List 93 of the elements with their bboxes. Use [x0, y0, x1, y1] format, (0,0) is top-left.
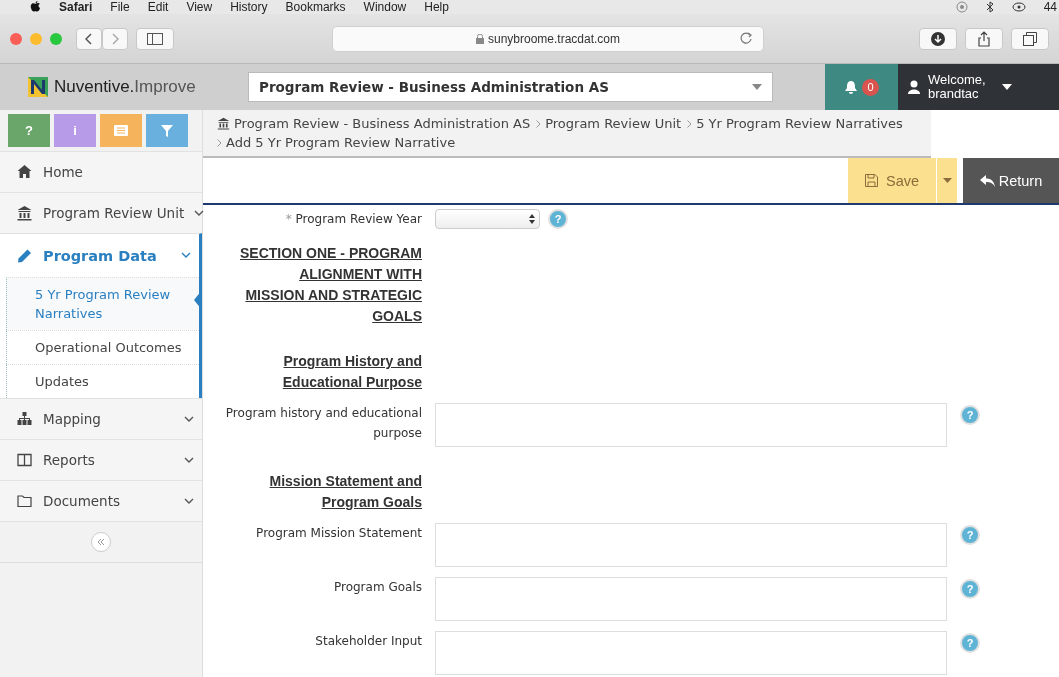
notifications-button[interactable]: 0 [825, 64, 898, 110]
app-menu[interactable]: Safari [59, 0, 93, 14]
nav-subitem[interactable]: Operational Outcomes [6, 330, 199, 364]
breadcrumb-link[interactable]: 5 Yr Program Review Narratives [696, 116, 903, 131]
chevron-down-icon [184, 456, 194, 464]
caret-icon [942, 178, 952, 183]
text-field[interactable] [435, 403, 947, 447]
year-select[interactable] [435, 209, 540, 229]
text-field[interactable] [435, 631, 947, 675]
context-dropdown[interactable]: Program Review - Business Administration AS [248, 72, 773, 102]
breadcrumb-link[interactable]: Add 5 Yr Program Review Narrative [226, 135, 456, 150]
minimize-button[interactable] [30, 32, 42, 45]
collapse-button[interactable] [91, 532, 111, 552]
required-mark: * [285, 212, 292, 226]
share-icon [978, 30, 990, 47]
filter-button[interactable] [146, 114, 188, 147]
brand-name: Nuventive [54, 77, 130, 97]
section-heading: SECTION ONE - PROGRAM ALIGNMENT WITH MISSION AND STRATEGIC GOALS [239, 244, 422, 326]
home-icon [16, 164, 33, 180]
menu-item[interactable]: Help [424, 0, 449, 14]
nav-item[interactable]: Program Data [0, 233, 202, 277]
pencil-icon [16, 247, 33, 264]
text-field[interactable] [435, 577, 947, 621]
section-heading: Mission Statement and Program Goals [268, 472, 422, 512]
logo-icon [28, 77, 48, 97]
bank-icon [217, 117, 230, 130]
text-field[interactable] [435, 523, 947, 567]
bell-icon [844, 79, 858, 95]
caret-icon [752, 84, 762, 90]
field-label: Stakeholder Input [314, 633, 422, 650]
field-label: Program Mission Statement [255, 525, 422, 542]
tabs-icon [1023, 31, 1037, 46]
columns-icon [16, 452, 33, 468]
chevron-down-icon [184, 415, 194, 423]
user-menu[interactable]: Welcome, brandtac [898, 64, 1059, 110]
menu-item[interactable]: Edit [147, 0, 169, 14]
close-button[interactable] [10, 32, 22, 45]
back-button[interactable] [76, 27, 102, 50]
tabs-button[interactable] [1011, 27, 1049, 50]
chevron-down-icon [184, 497, 194, 505]
zoom-button[interactable] [50, 32, 62, 45]
eye-icon[interactable] [1011, 2, 1026, 12]
forward-button[interactable] [102, 27, 128, 50]
caret-icon [1001, 84, 1012, 90]
chevron-right-icon [217, 138, 222, 147]
hierarchy-icon [16, 411, 33, 427]
section-heading: Program History and Educational Purpose [281, 352, 422, 392]
breadcrumb-link[interactable]: Program Review - Business Administration AS [234, 116, 531, 131]
battery-percent: 44 [1043, 0, 1058, 14]
menu-item[interactable]: File [110, 0, 130, 14]
url-text: sunybroome.tracdat.com [487, 31, 621, 46]
apple-icon[interactable] [30, 1, 41, 13]
double-chevron-icon [96, 538, 106, 546]
list-button[interactable] [100, 114, 142, 147]
list-icon [114, 125, 128, 136]
menu-item[interactable]: Window [363, 0, 407, 14]
reload-icon[interactable] [739, 30, 753, 45]
nav-subitem[interactable]: 5 Yr Program Review Narratives [6, 277, 199, 330]
chevron-down-icon [181, 252, 191, 259]
field-label: Program Goals [332, 579, 422, 596]
folder-icon [16, 493, 33, 509]
updown-icon [529, 214, 535, 224]
chevron-right-icon [687, 119, 693, 128]
sidebar-icon [147, 32, 163, 45]
floppy-icon [864, 174, 878, 187]
brand-dot: . [129, 77, 135, 97]
menu-item[interactable]: Bookmarks [285, 0, 346, 14]
notification-count: 0 [862, 78, 879, 96]
download-button[interactable] [919, 27, 957, 50]
chevron-right-icon [536, 119, 542, 128]
filter-icon [161, 124, 173, 137]
product-name: Improve [134, 77, 196, 97]
user-icon [908, 80, 920, 94]
sidebar-button[interactable] [136, 27, 174, 50]
chevron-down-icon [194, 209, 205, 217]
lock-icon [475, 33, 484, 44]
menu-item[interactable]: History [230, 0, 268, 14]
return-button[interactable]: Return [963, 158, 1059, 203]
field-label: Program history and educational purpose [224, 405, 422, 442]
forward-icon [111, 32, 119, 45]
return-arrow-icon [979, 174, 995, 187]
share-button[interactable] [965, 27, 1003, 50]
breadcrumb-link[interactable]: Program Review Unit [545, 116, 682, 131]
download-icon [931, 31, 945, 46]
save-options-button[interactable] [937, 158, 957, 203]
status-icon[interactable] [955, 1, 968, 13]
field-label: Program Review Year [295, 212, 422, 226]
bank-icon [16, 205, 33, 221]
save-button[interactable]: Save [848, 158, 936, 203]
menu-item[interactable]: View [186, 0, 213, 14]
address-bar[interactable]: sunybroome.tracdat.com [332, 25, 764, 52]
back-icon [85, 32, 93, 45]
bluetooth-icon[interactable] [985, 1, 994, 13]
